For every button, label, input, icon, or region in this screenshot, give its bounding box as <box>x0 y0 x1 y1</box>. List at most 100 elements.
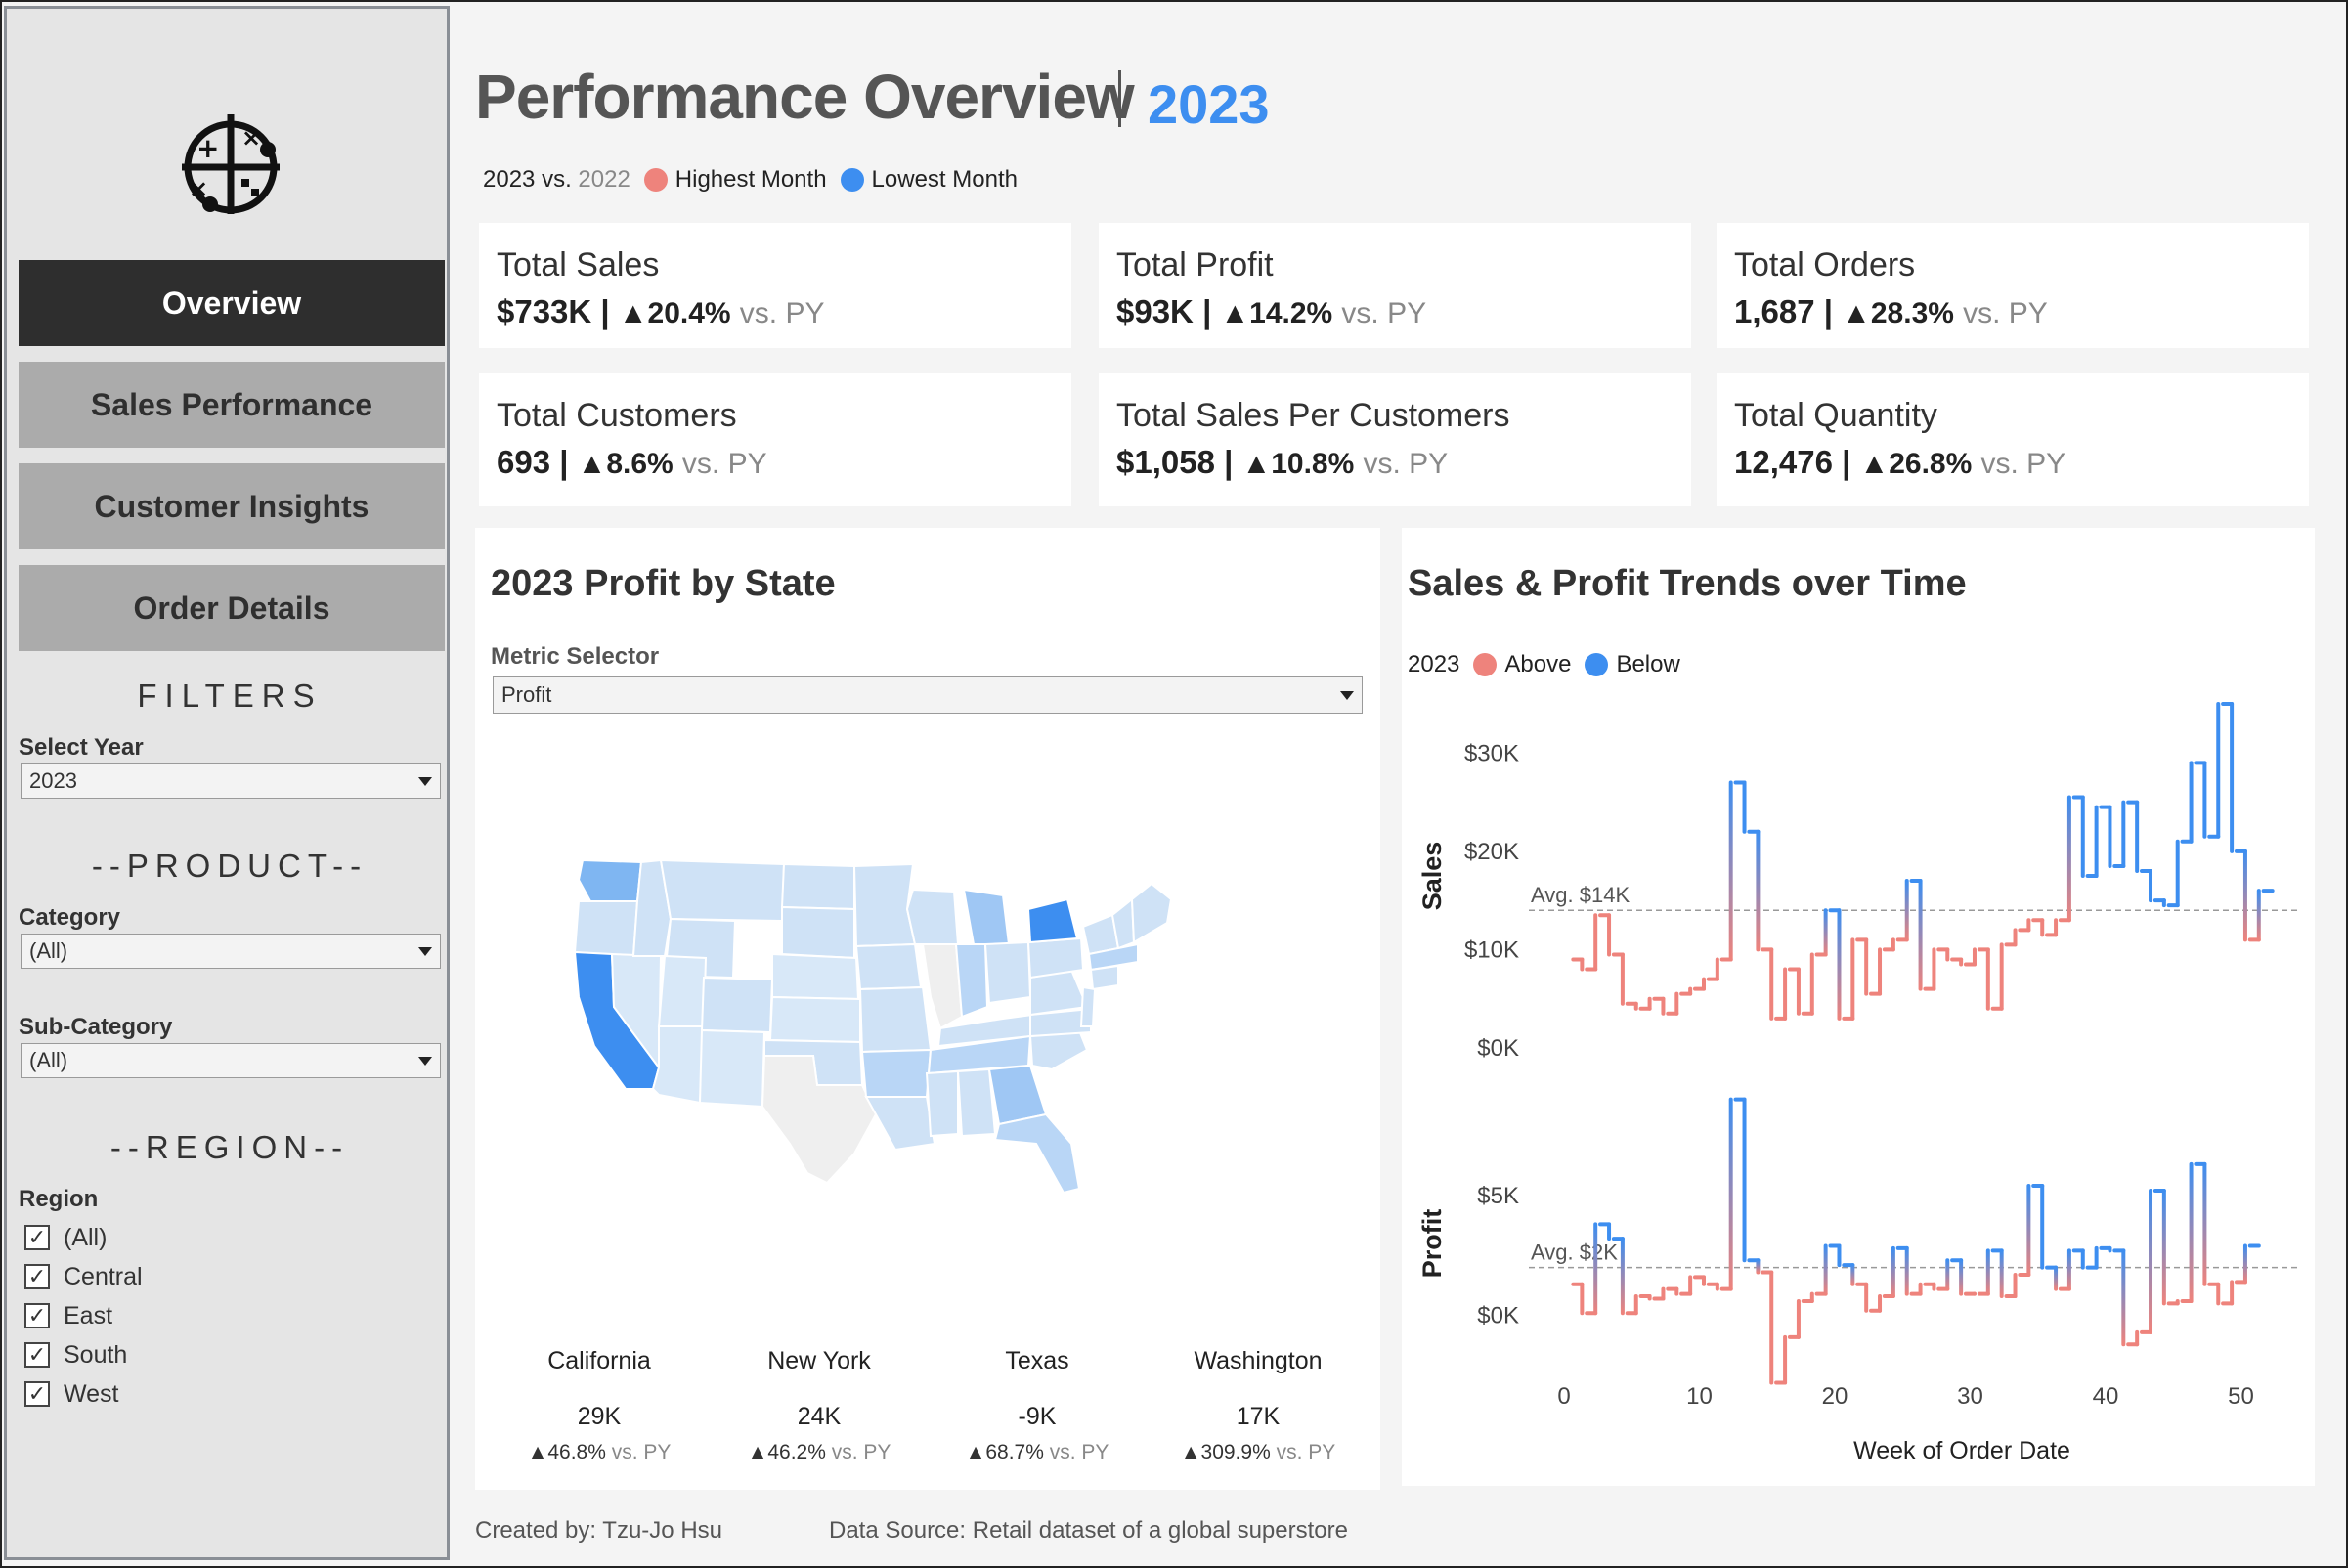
checkbox-checked-icon[interactable]: ✓ <box>24 1303 50 1328</box>
map-state-louisiana <box>864 1096 936 1152</box>
us-states-choropleth-map[interactable] <box>544 850 1091 1202</box>
nav-overview-button[interactable]: Overview <box>19 260 445 346</box>
region-checkbox-east[interactable]: ✓ East <box>24 1299 112 1332</box>
subcategory-value: (All) <box>29 1048 68 1072</box>
state-summary: Texas -9K ▲68.7% vs. PY <box>939 1347 1135 1464</box>
trends-legend-above: Above <box>1504 651 1572 677</box>
checkbox-checked-icon[interactable]: ✓ <box>24 1381 50 1407</box>
kpi-title: Total Sales Per Customers <box>1116 397 1510 434</box>
legend-vs: vs. <box>542 166 572 193</box>
x-tick-label: 40 <box>2093 1383 2119 1410</box>
up-triangle-icon: ▲ <box>527 1441 548 1463</box>
kpi-value: 12,476 <box>1734 444 1833 480</box>
state-value: 29K <box>577 1403 622 1430</box>
up-triangle-icon: ▲ <box>965 1441 986 1463</box>
kpi-divider: | <box>1202 293 1212 329</box>
filters-heading: FILTERS <box>137 677 323 714</box>
state-change-value: 46.8% <box>547 1441 606 1463</box>
region-checkbox-all[interactable]: ✓ (All) <box>24 1221 107 1254</box>
chevron-down-icon <box>418 946 432 956</box>
category-dropdown[interactable]: (All) <box>21 934 441 969</box>
kpi-title: Total Orders <box>1734 246 1916 283</box>
kpi-value: 1,687 <box>1734 293 1815 329</box>
map-state-minnesota <box>852 862 917 948</box>
map-state-missouri <box>858 985 933 1054</box>
kpi-divider: | <box>1842 444 1851 480</box>
state-name: New York <box>767 1347 871 1374</box>
kpi-card: Total Sales Per Customers $1,058 | ▲10.8%… <box>1099 373 1691 506</box>
kpi-change: 10.8% <box>1271 448 1355 480</box>
map-state-indiana <box>954 943 989 1019</box>
kpi-value-row: $733K | ▲20.4% vs. PY <box>497 293 824 330</box>
below-dot-icon <box>1585 653 1609 676</box>
category-label: Category <box>19 904 121 931</box>
metric-selector-dropdown[interactable]: Profit <box>493 676 1363 714</box>
region-option-label: (All) <box>64 1223 108 1251</box>
us-northeast-map[interactable] <box>1073 880 1200 1036</box>
sidebar: + × × Overview Sales Performance Custome… <box>4 6 450 1560</box>
metric-selector-value: Profit <box>501 682 552 707</box>
state-change-suffix: vs. PY <box>1049 1441 1109 1463</box>
map-state-ohio <box>983 940 1032 1005</box>
kpi-suffix: vs. PY <box>1963 297 2048 329</box>
region-option-label: East <box>64 1301 113 1329</box>
data-source-text: Data Source: Retail dataset of a global … <box>829 1517 1348 1544</box>
nav-order-details-button[interactable]: Order Details <box>19 565 445 651</box>
kpi-title: Total Sales <box>497 246 660 283</box>
x-tick-label: 30 <box>1957 1383 1983 1410</box>
kpi-title: Total Quantity <box>1734 397 1937 434</box>
map-state-utah <box>657 954 708 1027</box>
select-year-value: 2023 <box>29 768 77 793</box>
map-state-michigan <box>962 888 1011 945</box>
state-change-suffix: vs. PY <box>831 1441 891 1463</box>
kpi-value: $733K <box>497 293 592 329</box>
chevron-down-icon[interactable] <box>1340 690 1354 700</box>
created-by-text: Created by: Tzu-Jo Hsu <box>475 1517 722 1544</box>
region-checkbox-south[interactable]: ✓ South <box>24 1338 127 1372</box>
legend-highest-month: Highest Month <box>674 166 827 193</box>
map-state-florida <box>993 1112 1081 1195</box>
kpi-title: Total Profit <box>1116 246 1274 283</box>
region-option-label: Central <box>64 1262 143 1290</box>
nav-customer-insights-button[interactable]: Customer Insights <box>19 463 445 549</box>
trends-legend-below: Below <box>1616 651 1680 677</box>
kpi-card: Total Orders 1,687 | ▲28.3% vs. PY <box>1717 223 2309 348</box>
title-divider <box>1118 70 1121 127</box>
sales-profit-line-chart[interactable]: Sales $0K $10K $20K $30K Avg. $14K Profit $0K $5… <box>1402 694 2315 1486</box>
map-state-arkansas <box>860 1048 933 1098</box>
legend-current-year: 2023 <box>483 166 536 193</box>
nav-sales-performance-button[interactable]: Sales Performance <box>19 362 445 448</box>
kpi-suffix: vs. PY <box>739 297 825 329</box>
kpi-value: $1,058 <box>1116 444 1215 480</box>
map-state-montana <box>659 858 786 923</box>
checkbox-checked-icon[interactable]: ✓ <box>24 1225 50 1250</box>
x-tick-label: 10 <box>1686 1383 1713 1410</box>
checkbox-checked-icon[interactable]: ✓ <box>24 1342 50 1368</box>
map-state-iowa <box>854 942 923 991</box>
select-year-dropdown[interactable]: 2023 <box>21 763 441 799</box>
up-triangle-icon: ▲ <box>577 448 607 480</box>
up-triangle-icon: ▲ <box>1842 297 1871 329</box>
kpi-title: Total Customers <box>497 397 737 434</box>
map-state-maine <box>1130 882 1173 944</box>
state-change-value: 68.7% <box>985 1441 1044 1463</box>
kpi-card: Total Quantity 12,476 | ▲26.8% vs. PY <box>1717 373 2309 506</box>
kpi-value-row: $1,058 | ▲10.8% vs. PY <box>1116 444 1448 481</box>
average-label: Avg. $14K <box>1531 883 1630 907</box>
kpi-value-row: $93K | ▲14.2% vs. PY <box>1116 293 1426 330</box>
checkbox-checked-icon[interactable]: ✓ <box>24 1264 50 1289</box>
subcategory-label: Sub-Category <box>19 1014 173 1040</box>
select-year-label: Select Year <box>19 734 144 761</box>
kpi-divider: | <box>600 293 610 329</box>
map-state-north-dakota <box>780 862 855 911</box>
trends-legend: 2023 Above Below <box>1408 651 1680 678</box>
subcategory-dropdown[interactable]: (All) <box>21 1043 441 1078</box>
region-checkbox-west[interactable]: ✓ West <box>24 1377 119 1411</box>
region-checkbox-central[interactable]: ✓ Central <box>24 1260 143 1293</box>
sales-profit-trends-panel: Sales & Profit Trends over Time 2023 Abo… <box>1402 528 2315 1486</box>
kpi-change: 8.6% <box>606 448 674 480</box>
kpi-card: Total Profit $93K | ▲14.2% vs. PY <box>1099 223 1691 348</box>
up-triangle-icon: ▲ <box>747 1441 768 1463</box>
state-change-value: 309.9% <box>1200 1441 1271 1463</box>
kpi-suffix: vs. PY <box>1980 448 2066 480</box>
